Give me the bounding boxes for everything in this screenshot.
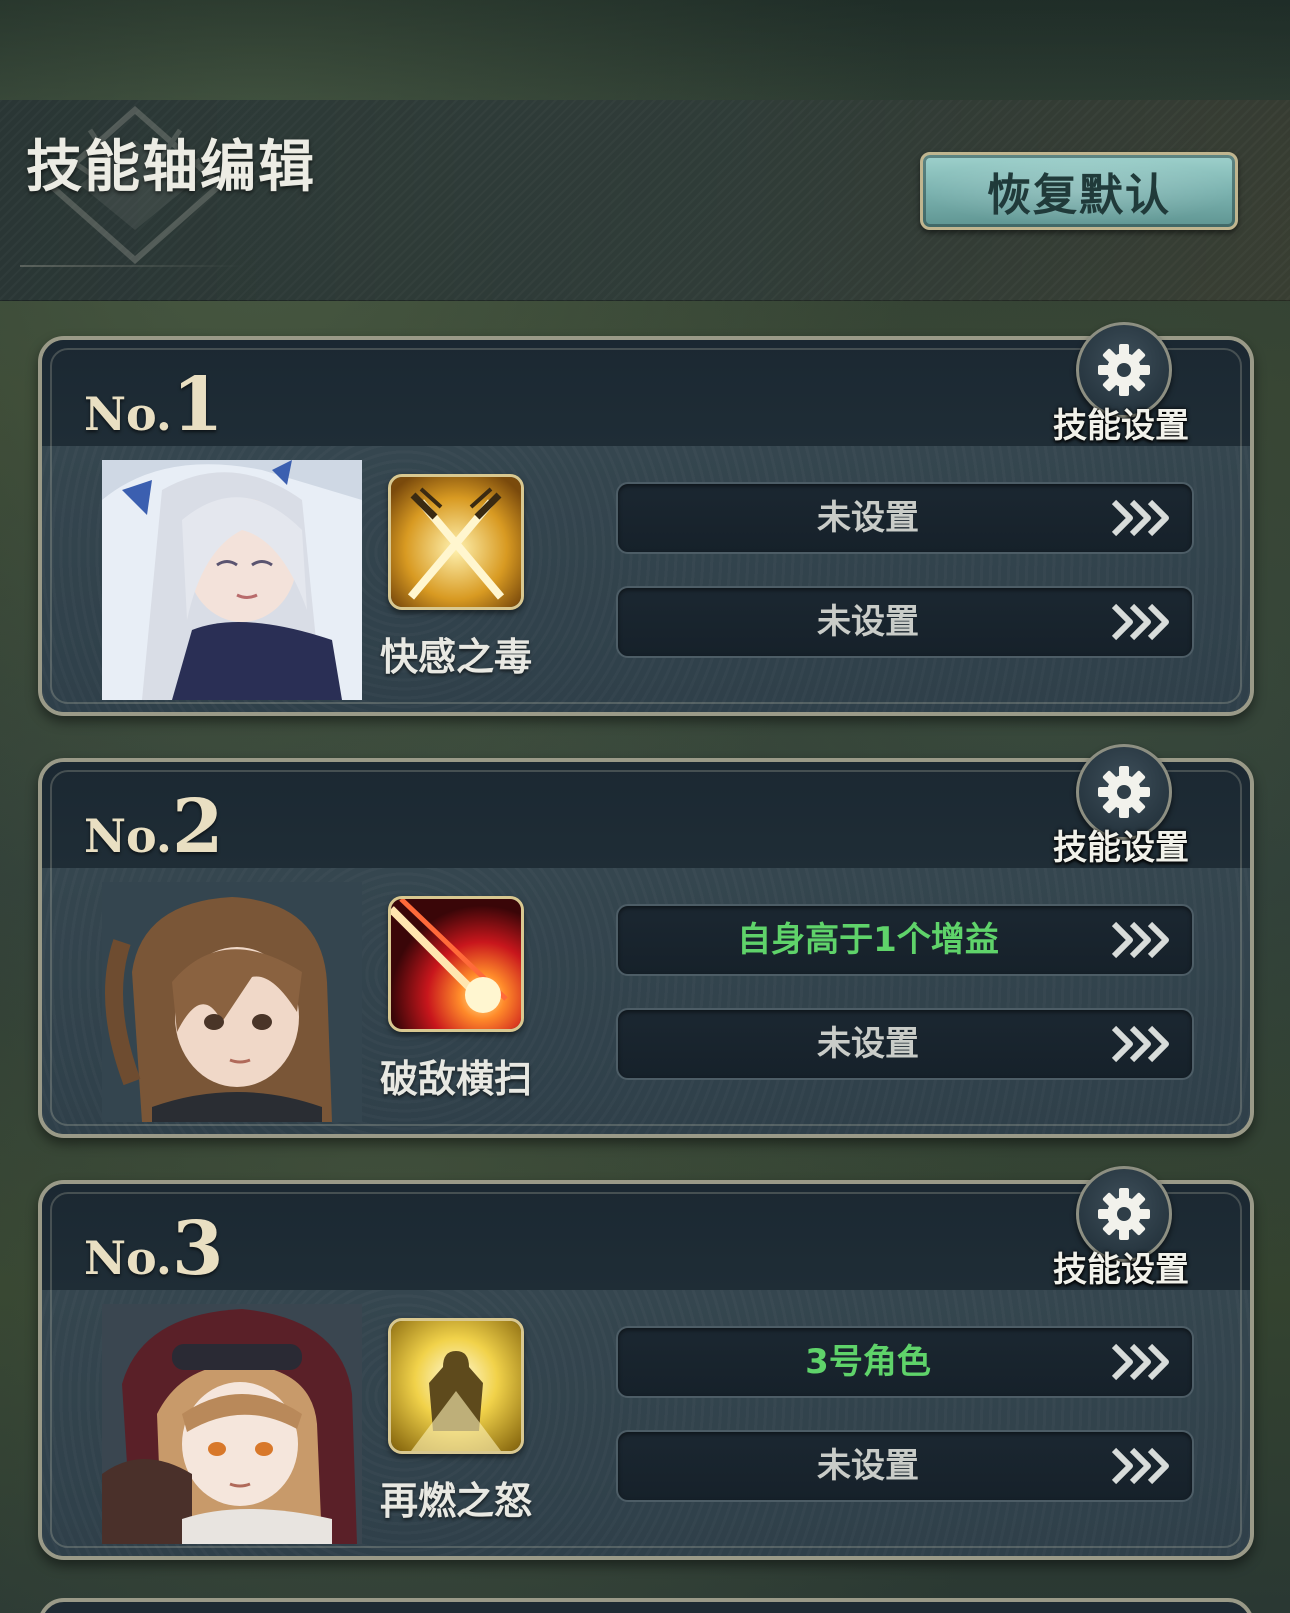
skill-settings-label: 技能设置: [1053, 828, 1189, 868]
skill-settings-label: 技能设置: [1053, 1250, 1189, 1290]
triple-chevron-right-icon: [1111, 1343, 1169, 1381]
condition-text: 未设置: [817, 1446, 919, 1486]
condition-text: 未设置: [817, 602, 919, 642]
condition-text: 自身高于1个增益: [737, 920, 999, 960]
condition-slot-1[interactable]: 未设置: [616, 482, 1194, 554]
card-number-value: 1: [171, 362, 224, 448]
skill-card-3: No.3 再燃之怒 3号角色 未设置 技能设置: [38, 1166, 1254, 1560]
skill-settings-button[interactable]: 技能设置: [1046, 744, 1196, 868]
card-number-value: 3: [171, 1206, 224, 1292]
condition-slot-2[interactable]: 未设置: [616, 586, 1194, 658]
skill-name: 再燃之怒: [379, 1479, 532, 1523]
character-portrait: [102, 460, 362, 700]
condition-slot-1[interactable]: 自身高于1个增益: [616, 904, 1194, 976]
skill-timeline-editor: 技能轴编辑 恢复默认 No.1 快感之毒 未设置 未设置 技能设置 No.2 破…: [0, 0, 1290, 1613]
character-portrait: [102, 882, 362, 1122]
character-portrait: [102, 1304, 362, 1544]
condition-slot-1[interactable]: 3号角色: [616, 1326, 1194, 1398]
skill-card-2: No.2 破敌横扫 自身高于1个增益 未设置 技能设置: [38, 744, 1254, 1138]
card-number-prefix: No.: [84, 809, 172, 863]
crossed-swords-icon[interactable]: [388, 474, 524, 610]
triple-chevron-right-icon: [1111, 1025, 1169, 1063]
condition-text: 未设置: [817, 1024, 919, 1064]
skill-card-1: No.1 快感之毒 未设置 未设置 技能设置: [38, 322, 1254, 716]
card-number: No.2: [84, 784, 223, 870]
golden-knight-icon[interactable]: [388, 1318, 524, 1454]
skill-name: 快感之毒: [379, 635, 532, 679]
condition-text: 3号角色: [805, 1342, 931, 1382]
skill-settings-button[interactable]: 技能设置: [1046, 1166, 1196, 1290]
skill-card-4-partial: [38, 1598, 1254, 1613]
card-number-prefix: No.: [84, 1231, 172, 1285]
top-background-strip: [0, 0, 1290, 100]
skill-settings-button[interactable]: 技能设置: [1046, 322, 1196, 446]
skill-settings-label: 技能设置: [1053, 406, 1189, 446]
restore-default-label: 恢复默认: [987, 170, 1171, 221]
card-number-value: 2: [171, 784, 224, 870]
triple-chevron-right-icon: [1111, 1447, 1169, 1485]
page-title: 技能轴编辑: [26, 134, 316, 200]
skill-name: 破敌横扫: [379, 1057, 532, 1101]
header-underline: [20, 265, 245, 267]
condition-slot-2[interactable]: 未设置: [616, 1008, 1194, 1080]
condition-slot-2[interactable]: 未设置: [616, 1430, 1194, 1502]
triple-chevron-right-icon: [1111, 499, 1169, 537]
card-number: No.3: [84, 1206, 223, 1292]
triple-chevron-right-icon: [1111, 603, 1169, 641]
card-number-prefix: No.: [84, 387, 172, 441]
card-number: No.1: [84, 362, 223, 448]
condition-text: 未设置: [817, 498, 919, 538]
restore-default-button[interactable]: 恢复默认: [920, 152, 1238, 230]
triple-chevron-right-icon: [1111, 921, 1169, 959]
header-bar: 技能轴编辑 恢复默认: [0, 100, 1290, 301]
red-slash-icon[interactable]: [388, 896, 524, 1032]
